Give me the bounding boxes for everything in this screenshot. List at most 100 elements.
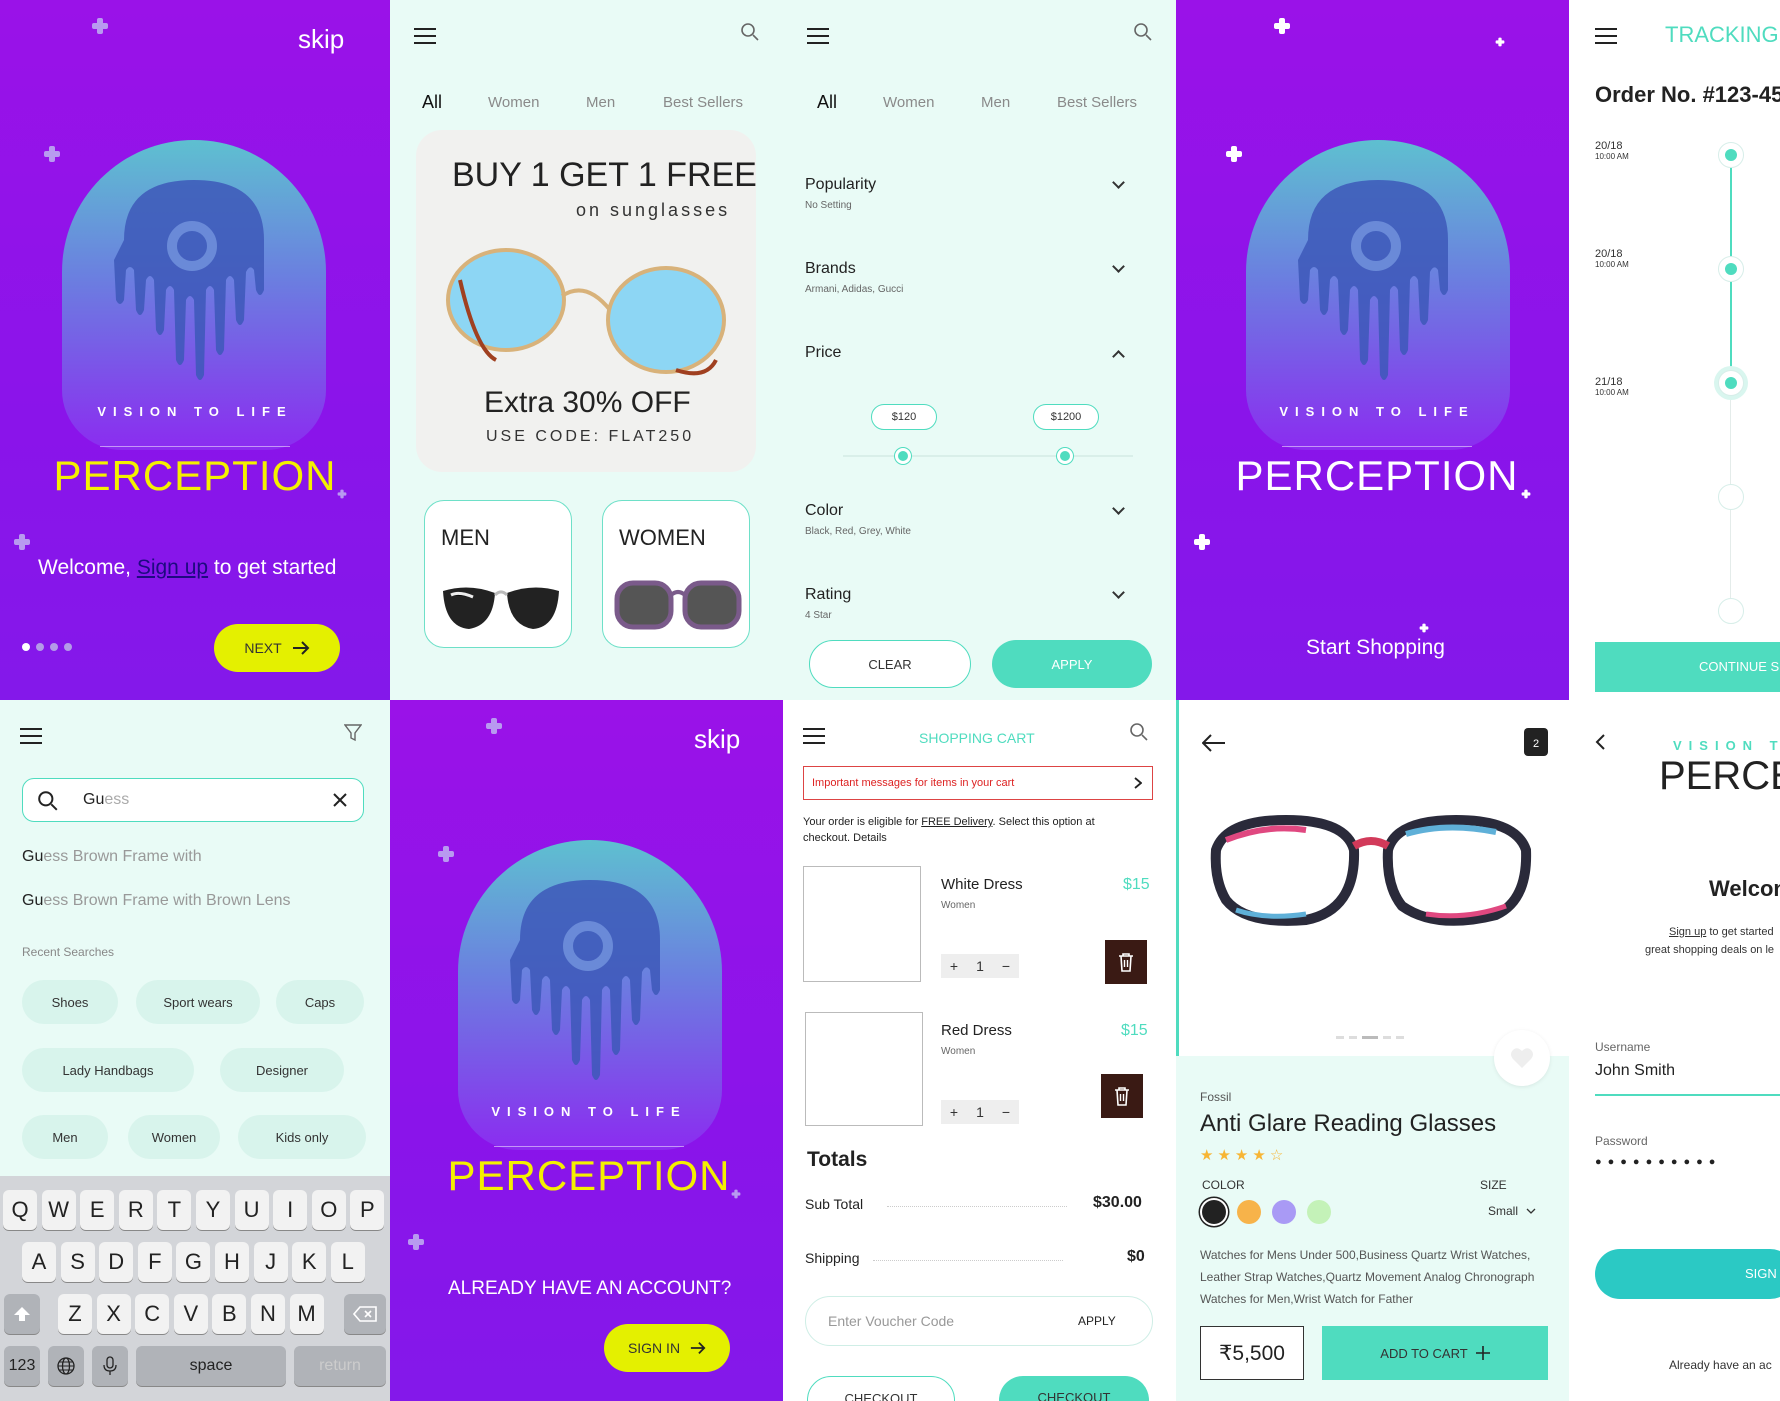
skip-link[interactable]: skip — [298, 24, 344, 55]
continue-shopping-button[interactable]: CONTINUE SH — [1595, 642, 1780, 692]
category-card-women[interactable]: WOMEN — [602, 500, 750, 648]
signin-button[interactable]: SIGN IN — [604, 1324, 730, 1372]
minus-button[interactable]: − — [993, 1104, 1019, 1120]
key-z[interactable]: Z — [58, 1294, 92, 1334]
back-chevron-icon[interactable] — [1595, 734, 1605, 750]
chip-caps[interactable]: Caps — [276, 980, 364, 1024]
menu-icon[interactable] — [807, 28, 829, 44]
filter-brands[interactable]: Brands Armani, Adidas, Gucci — [805, 260, 903, 295]
filter-price[interactable]: Price — [805, 344, 841, 362]
key-e[interactable]: E — [80, 1190, 115, 1230]
menu-icon[interactable] — [20, 728, 42, 744]
chip-sport-wears[interactable]: Sport wears — [136, 980, 260, 1024]
size-dropdown[interactable]: Small — [1488, 1204, 1536, 1218]
suggestion-item[interactable]: Guess Brown Frame with Brown Lens — [22, 892, 291, 910]
filter-icon[interactable] — [344, 724, 362, 742]
key-s[interactable]: S — [60, 1242, 95, 1282]
tab-best-sellers[interactable]: Best Sellers — [1057, 94, 1137, 111]
chip-lady-handbags[interactable]: Lady Handbags — [22, 1048, 194, 1092]
plus-button[interactable]: + — [941, 1104, 967, 1120]
key-x[interactable]: X — [96, 1294, 131, 1334]
filter-popularity[interactable]: Popularity No Setting — [805, 176, 876, 211]
key-d[interactable]: D — [99, 1242, 134, 1282]
key-f[interactable]: F — [137, 1242, 172, 1282]
key-r[interactable]: R — [118, 1190, 153, 1230]
chevron-down-icon[interactable] — [1112, 502, 1125, 515]
key-a[interactable]: A — [22, 1242, 56, 1282]
search-icon[interactable] — [1133, 22, 1153, 42]
key-l[interactable]: L — [330, 1242, 365, 1282]
key-u[interactable]: U — [234, 1190, 269, 1230]
key-b[interactable]: B — [212, 1294, 247, 1334]
minus-button[interactable]: − — [993, 958, 1019, 974]
chevron-down-icon[interactable] — [1112, 260, 1125, 273]
chip-kids-only[interactable]: Kids only — [238, 1115, 366, 1159]
checkout-button[interactable]: CHECKOUT — [999, 1376, 1149, 1401]
chevron-down-icon[interactable] — [1112, 176, 1125, 189]
close-icon[interactable] — [333, 793, 347, 807]
tab-women[interactable]: Women — [488, 94, 539, 111]
filter-color[interactable]: Color Black, Red, Grey, White — [805, 502, 911, 537]
voucher-field[interactable]: Enter Voucher Code APPLY — [805, 1296, 1153, 1346]
chevron-up-icon[interactable] — [1112, 350, 1125, 363]
plus-button[interactable]: + — [941, 958, 967, 974]
key-n[interactable]: N — [251, 1294, 285, 1334]
tab-all[interactable]: All — [817, 92, 837, 113]
price-slider-max-handle[interactable] — [1057, 448, 1073, 464]
key-p[interactable]: P — [350, 1190, 385, 1230]
search-icon[interactable] — [1129, 722, 1149, 742]
signin-button[interactable]: SIGN I — [1595, 1249, 1780, 1299]
key-q[interactable]: Q — [3, 1190, 37, 1230]
chip-designer[interactable]: Designer — [220, 1048, 344, 1092]
skip-link[interactable]: skip — [694, 724, 740, 755]
category-card-men[interactable]: MEN — [424, 500, 572, 648]
cart-alert[interactable]: Important messages for items in your car… — [803, 766, 1153, 800]
username-field[interactable]: John Smith — [1595, 1062, 1780, 1096]
chevron-down-icon[interactable] — [1112, 586, 1125, 599]
start-shopping-button[interactable]: Start Shopping — [1306, 636, 1445, 660]
key-t[interactable]: T — [157, 1190, 192, 1230]
key-w[interactable]: W — [41, 1190, 76, 1230]
menu-icon[interactable] — [414, 28, 436, 44]
color-swatch[interactable] — [1272, 1200, 1296, 1224]
favorite-button[interactable] — [1494, 1030, 1550, 1086]
menu-icon[interactable] — [803, 728, 825, 744]
filter-rating[interactable]: Rating 4 Star — [805, 586, 851, 621]
chip-shoes[interactable]: Shoes — [22, 980, 118, 1024]
menu-icon[interactable] — [1595, 28, 1617, 44]
key-c[interactable]: C — [135, 1294, 170, 1334]
voucher-apply-button[interactable]: APPLY — [1078, 1314, 1116, 1328]
add-to-cart-button[interactable]: ADD TO CART — [1322, 1326, 1548, 1380]
tab-men[interactable]: Men — [981, 94, 1010, 111]
free-delivery-link[interactable]: FREE Delivery — [921, 816, 992, 828]
promo-banner[interactable]: BUY 1 GET 1 FREE on sunglasses Extra 30%… — [416, 130, 757, 472]
color-swatch[interactable] — [1237, 1200, 1261, 1224]
image-carousel-dots[interactable] — [1336, 1036, 1404, 1039]
quantity-stepper[interactable]: +1− — [941, 1100, 1019, 1124]
color-swatch[interactable] — [1202, 1200, 1226, 1224]
globe-key[interactable] — [48, 1346, 84, 1386]
search-input[interactable]: Guess — [22, 778, 364, 822]
key-j[interactable]: J — [253, 1242, 288, 1282]
key-y[interactable]: Y — [196, 1190, 230, 1230]
tab-men[interactable]: Men — [586, 94, 615, 111]
checkout-button-outline[interactable]: CHECKOUT — [807, 1376, 955, 1401]
signup-link[interactable]: Sign up — [137, 556, 208, 579]
search-icon[interactable] — [740, 22, 760, 42]
space-key[interactable]: space — [136, 1346, 286, 1386]
next-button[interactable]: NEXT — [214, 624, 340, 672]
shift-key[interactable] — [4, 1294, 40, 1334]
product-thumbnail[interactable] — [803, 866, 921, 982]
key-o[interactable]: O — [311, 1190, 346, 1230]
key-k[interactable]: K — [292, 1242, 327, 1282]
dictation-key[interactable] — [92, 1346, 128, 1386]
quantity-stepper[interactable]: +1− — [941, 954, 1019, 978]
apply-button[interactable]: APPLY — [992, 640, 1152, 688]
delete-button[interactable] — [1105, 940, 1147, 984]
delete-button[interactable] — [1101, 1074, 1143, 1118]
price-slider-min-handle[interactable] — [895, 448, 911, 464]
key-g[interactable]: G — [176, 1242, 211, 1282]
key-i[interactable]: I — [273, 1190, 308, 1230]
tab-best-sellers[interactable]: Best Sellers — [663, 94, 743, 111]
tab-women[interactable]: Women — [883, 94, 934, 111]
